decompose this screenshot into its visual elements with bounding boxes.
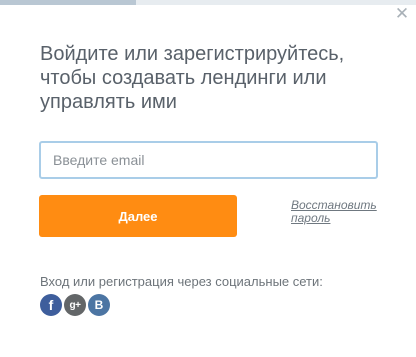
top-accent-bar	[0, 0, 136, 5]
modal-heading: Войдите или зарегистрируйтесь, чтобы соз…	[40, 43, 345, 113]
restore-password-link[interactable]: Восстановить пароль	[291, 199, 391, 225]
google-plus-icon[interactable]: g+	[64, 294, 86, 316]
social-login-caption: Вход или регистрация через социальные се…	[40, 274, 323, 289]
top-track-bar	[136, 0, 416, 5]
vkontakte-icon[interactable]: B	[88, 294, 110, 316]
facebook-icon[interactable]: f	[40, 294, 62, 316]
email-field[interactable]	[39, 141, 378, 179]
next-button[interactable]: Далее	[39, 195, 237, 237]
close-icon[interactable]: ✕	[394, 6, 410, 23]
social-buttons: f g+ B	[40, 294, 110, 316]
